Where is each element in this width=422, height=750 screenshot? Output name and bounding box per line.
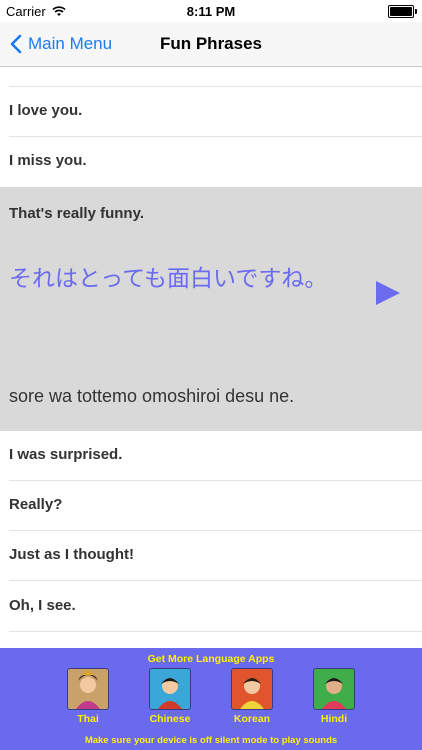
divider [9, 631, 422, 632]
phrase-romaji: sore wa tottemo omoshiroi desu ne. [9, 386, 295, 406]
more-apps-banner: Get More Language Apps Thai Chinese Kore… [0, 648, 422, 750]
list-item[interactable] [0, 67, 422, 87]
list-item[interactable]: I miss you. [0, 137, 422, 187]
korean-app-icon [231, 668, 273, 710]
phrase-japanese: それはとっても面白いですね。 [9, 266, 328, 292]
phrase-label: I love you. [9, 102, 83, 119]
phrase-label: I miss you. [9, 152, 87, 169]
list-item[interactable]: Really? [0, 481, 422, 531]
app-label: Korean [233, 713, 271, 725]
clock: 8:11 PM [186, 4, 236, 19]
phrase-label: Really? [9, 496, 63, 513]
app-korean[interactable]: Korean [231, 668, 273, 725]
list-item[interactable]: Just as I thought! [0, 531, 422, 581]
divider [9, 580, 422, 581]
chinese-app-icon [149, 668, 191, 710]
phrase-list[interactable]: I love you. I miss you. That's really fu… [0, 67, 422, 647]
app-label: Chinese [149, 713, 191, 725]
page-title: Fun Phrases [159, 34, 263, 53]
phrase-label: Oh, I see. [9, 597, 76, 614]
banner-heading: Get More Language Apps [147, 653, 275, 665]
app-hindi[interactable]: Hindi [313, 668, 355, 725]
list-item[interactable]: I love you. [0, 87, 422, 137]
hindi-app-icon [313, 668, 355, 710]
app-thai[interactable]: Thai [67, 668, 109, 725]
expanded-phrase[interactable]: That's really funny. それはとっても面白いですね。 sore… [0, 187, 422, 431]
status-bar: Carrier 8:11 PM [0, 0, 422, 22]
phrase-english: That's really funny. [9, 205, 144, 222]
play-icon[interactable] [374, 279, 402, 312]
phrase-label: I was surprised. [9, 446, 123, 463]
list-item[interactable]: I was surprised. [0, 431, 422, 481]
app-label: Hindi [320, 713, 348, 725]
phrase-label: Just as I thought! [9, 546, 134, 563]
list-item[interactable]: Oh, I see. [0, 582, 422, 632]
app-label: Thai [77, 713, 99, 725]
thai-app-icon [67, 668, 109, 710]
silent-mode-notice: Make sure your device is off silent mode… [84, 735, 338, 746]
navigation-bar: Main Menu Fun Phrases [0, 22, 422, 67]
battery-icon [388, 5, 417, 18]
app-chinese[interactable]: Chinese [149, 668, 191, 725]
